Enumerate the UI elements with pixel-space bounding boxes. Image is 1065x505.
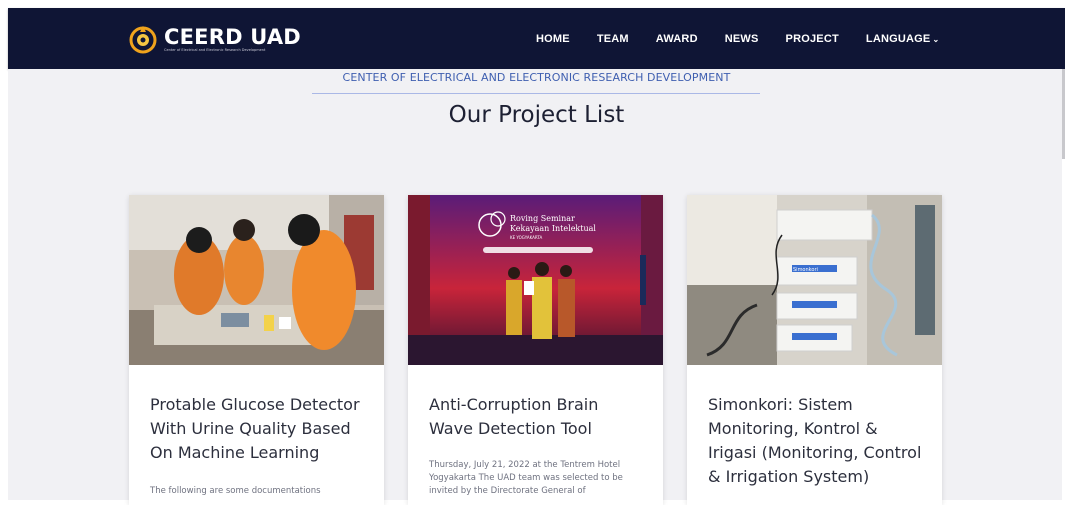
language-dropdown[interactable]: LANGUAGE ⌄ xyxy=(866,33,939,45)
project-title[interactable]: Simonkori: Sistem Monitoring, Kontrol & … xyxy=(708,393,926,489)
project-image-award-stage[interactable]: Roving Seminar Kekayaan Intelektual KE Y… xyxy=(408,195,663,365)
project-card-simonkori[interactable]: Simonkori Simonkori: Sistem Monitoring, … xyxy=(687,195,942,505)
navbar: CEERD UAD Center of Electrical and Elect… xyxy=(8,8,1065,69)
nav-item-news[interactable]: NEWS xyxy=(725,33,759,45)
project-card-glucose[interactable]: Protable Glucose Detector With Urine Qua… xyxy=(129,195,384,505)
project-title[interactable]: Protable Glucose Detector With Urine Qua… xyxy=(150,393,368,465)
language-label: LANGUAGE xyxy=(865,32,931,45)
brand-logo[interactable]: CEERD UAD Center of Electrical and Elect… xyxy=(128,22,301,56)
project-excerpt: The following are some documentations xyxy=(150,486,321,496)
ceerd-logo-icon xyxy=(129,26,157,54)
nav-item-project[interactable]: PROJECT xyxy=(786,33,839,45)
project-section: CENTER OF ELECTRICAL AND ELECTRONIC RESE… xyxy=(8,69,1065,505)
chevron-down-icon: ⌄ xyxy=(932,34,940,44)
brand-name: CEERD UAD xyxy=(164,24,301,49)
project-excerpt: Thursday, July 21, 2022 at the Tentrem H… xyxy=(429,460,623,496)
nav-menu: HOME TEAM AWARD NEWS PROJECT LANGUAGE ⌄ xyxy=(536,8,966,69)
banner-line-3: KE YOGYAKARTA xyxy=(510,235,542,240)
nav-item-award[interactable]: AWARD xyxy=(656,33,698,45)
banner-line-2: Kekayaan Intelektual xyxy=(510,224,596,233)
project-card-brainwave[interactable]: Roving Seminar Kekayaan Intelektual KE Y… xyxy=(408,195,663,505)
device-label: Simonkori xyxy=(793,267,818,273)
project-image-irrigation-device[interactable]: Simonkori xyxy=(687,195,942,365)
brand-text: CEERD UAD Center of Electrical and Elect… xyxy=(164,26,301,53)
window-top-edge xyxy=(0,0,1065,8)
nav-item-team[interactable]: TEAM xyxy=(597,33,629,45)
kicker-divider xyxy=(312,93,760,94)
brand-tagline: Center of Electrical and Electronic Rese… xyxy=(164,47,266,52)
banner-line-1: Roving Seminar xyxy=(510,214,575,223)
project-title[interactable]: Anti-Corruption Brain Wave Detection Too… xyxy=(429,393,647,441)
project-image-glucose-team[interactable] xyxy=(129,195,384,365)
nav-item-home[interactable]: HOME xyxy=(536,33,570,45)
page-title: Our Project List xyxy=(448,102,625,128)
section-kicker: CENTER OF ELECTRICAL AND ELECTRONIC RESE… xyxy=(342,71,731,84)
